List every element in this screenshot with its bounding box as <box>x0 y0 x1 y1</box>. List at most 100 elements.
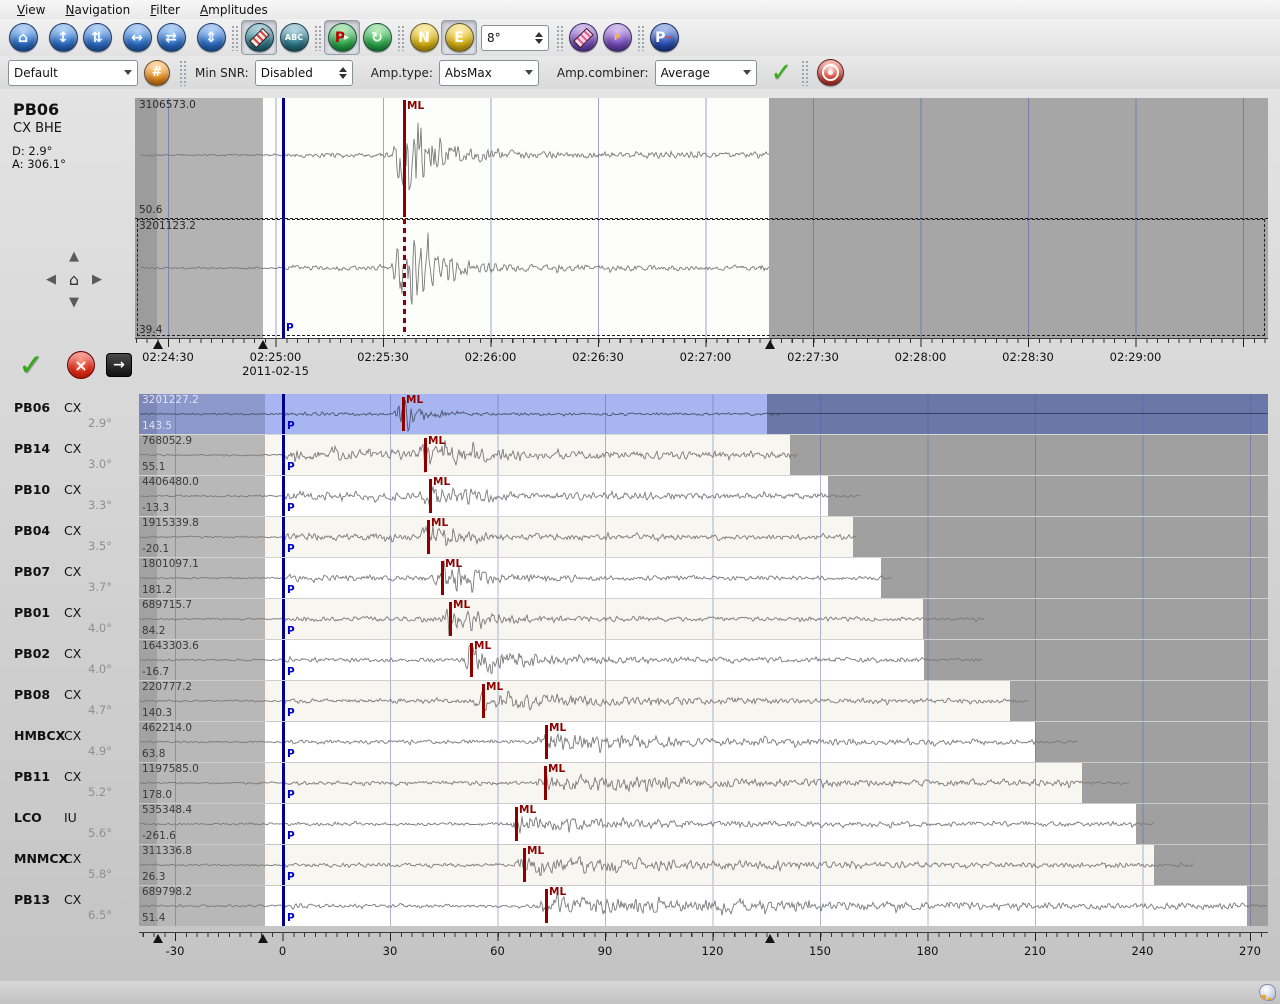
show-labels-button[interactable]: ABC <box>277 21 311 54</box>
ml-marker[interactable] <box>429 479 432 513</box>
component-e-button[interactable]: E <box>441 20 477 55</box>
p-marker[interactable] <box>282 394 285 434</box>
station-row-label[interactable]: PB08CX4.7° <box>0 681 135 721</box>
menu-item-amplitudes[interactable]: Amplitudes <box>191 2 277 18</box>
ml-marker[interactable] <box>470 643 473 677</box>
amplitude-zoom-out-button[interactable]: ⇅ <box>80 21 114 54</box>
confirm-pick-button[interactable]: ✓ <box>16 350 46 380</box>
p-marker[interactable] <box>282 763 285 803</box>
p-marker[interactable] <box>282 681 285 721</box>
station-row-label[interactable]: PB13CX6.5° <box>0 886 135 926</box>
p-marker[interactable] <box>282 98 285 338</box>
zoom-trace-panel[interactable]: 3106573.050.63201123.239.4MLP <box>135 98 1268 338</box>
status-tray-icon[interactable] <box>1259 984 1276 1001</box>
amplitude-picker-button[interactable]: P~ <box>647 21 681 54</box>
pick-phase-button[interactable]: P▸ <box>324 20 360 55</box>
p-marker[interactable] <box>282 640 285 680</box>
station-row-label[interactable]: PB07CX3.7° <box>0 558 135 598</box>
apply-amplitudes-button[interactable]: ✓ <box>771 58 793 88</box>
station-row[interactable]: 1801097.1181.2PML <box>139 558 1268 598</box>
commit-magnitude-button[interactable] <box>817 59 844 86</box>
amp-combiner-select[interactable]: Average <box>655 60 757 86</box>
ml-marker[interactable] <box>515 807 518 841</box>
p-marker[interactable] <box>282 435 285 475</box>
ml-marker[interactable] <box>424 438 427 472</box>
p-marker[interactable] <box>282 476 285 516</box>
ml-marker[interactable] <box>427 520 430 554</box>
station-row[interactable]: 311336.826.3PML <box>139 845 1268 885</box>
time-zoom-out-button[interactable]: ↔ <box>120 21 154 54</box>
station-row[interactable]: 462214.063.8PML <box>139 722 1268 762</box>
nav-right-button[interactable]: ▶ <box>88 271 106 287</box>
p-marker[interactable] <box>282 804 285 844</box>
p-marker[interactable] <box>282 599 285 639</box>
station-row[interactable]: 1197585.0178.0PML <box>139 763 1268 803</box>
reject-pick-button[interactable]: × <box>66 350 96 380</box>
ml-marker[interactable] <box>403 219 406 336</box>
station-row[interactable]: 535348.4-261.6PML <box>139 804 1268 844</box>
nav-left-button[interactable]: ◀ <box>42 271 60 287</box>
ml-marker[interactable] <box>441 561 444 595</box>
ml-marker[interactable] <box>449 602 452 636</box>
time-zoom-in-button[interactable]: ⇄ <box>154 21 188 54</box>
nav-home-button[interactable]: ⌂ <box>65 271 83 287</box>
nav-down-button[interactable]: ▼ <box>65 294 83 310</box>
p-marker[interactable] <box>282 722 285 762</box>
menu-item-view[interactable]: View <box>8 2 54 18</box>
time-window-handle[interactable] <box>765 934 775 943</box>
hash-button[interactable]: # <box>144 60 170 86</box>
station-row[interactable]: 768052.955.1PML <box>139 435 1268 475</box>
nav-up-button[interactable]: ▲ <box>65 248 83 264</box>
measure-tool-button[interactable] <box>566 21 600 54</box>
ml-marker[interactable] <box>402 397 405 431</box>
spin-arrows-icon[interactable] <box>535 32 543 44</box>
amp-type-select[interactable]: AbsMax <box>439 60 539 86</box>
menu-item-navigation[interactable]: Navigation <box>56 2 139 18</box>
station-row[interactable]: 1915339.8-20.1PML <box>139 517 1268 557</box>
home-button[interactable]: ⌂ <box>6 21 40 54</box>
p-marker[interactable] <box>282 517 285 557</box>
station-row[interactable]: 4406480.0-13.3PML <box>139 476 1268 516</box>
filter-profile-select[interactable]: Default <box>8 60 138 86</box>
ml-marker[interactable] <box>544 766 547 800</box>
p-marker[interactable] <box>282 845 285 885</box>
time-window-handle[interactable] <box>258 934 268 943</box>
ml-marker[interactable] <box>545 725 548 759</box>
pick-settings-button[interactable]: P <box>600 21 634 54</box>
station-row-label[interactable]: PB04CX3.5° <box>0 517 135 557</box>
p-marker[interactable] <box>282 886 285 926</box>
station-row[interactable]: 220777.2140.3PML <box>139 681 1268 721</box>
time-window-handle[interactable] <box>153 340 163 349</box>
p-marker[interactable] <box>282 558 285 598</box>
menu-item-filter[interactable]: Filter <box>141 2 189 18</box>
ml-marker[interactable] <box>403 100 406 217</box>
station-row[interactable]: 3201227.2143.5PML <box>139 394 1268 434</box>
ml-marker[interactable] <box>523 848 526 882</box>
spin-arrows-icon[interactable] <box>339 67 347 79</box>
measure-amplitude-button[interactable] <box>241 20 277 55</box>
station-row-label[interactable]: PB01CX4.0° <box>0 599 135 639</box>
rotation-spinbox[interactable]: 8° <box>481 25 549 51</box>
component-n-button[interactable]: N <box>407 21 441 54</box>
station-row-label[interactable]: PB06CX2.9° <box>0 394 135 434</box>
station-row-label[interactable]: MNMCXCX5.8° <box>0 845 135 885</box>
time-window-handle[interactable] <box>153 934 163 943</box>
split-view-button[interactable]: ⇕ <box>194 21 228 54</box>
station-row-label[interactable]: PB02CX4.0° <box>0 640 135 680</box>
station-row-label[interactable]: PB11CX5.2° <box>0 763 135 803</box>
ml-marker[interactable] <box>545 889 548 923</box>
station-row[interactable]: 689715.784.2PML <box>139 599 1268 639</box>
time-window-handle[interactable] <box>765 340 775 349</box>
station-row-label[interactable]: LCOIU5.6° <box>0 804 135 844</box>
export-pick-button[interactable]: → <box>104 350 134 380</box>
station-row[interactable]: 689798.251.4PML <box>139 886 1268 926</box>
min-snr-spinbox[interactable]: Disabled <box>255 60 353 86</box>
station-row-label[interactable]: HMBCXCX4.9° <box>0 722 135 762</box>
time-window-handle[interactable] <box>258 340 268 349</box>
station-row[interactable]: 1643303.6-16.7PML <box>139 640 1268 680</box>
station-row-label[interactable]: PB10CX3.3° <box>0 476 135 516</box>
amplitude-zoom-in-button[interactable]: ↕ <box>46 21 80 54</box>
ml-marker[interactable] <box>482 684 485 718</box>
station-row-label[interactable]: PB14CX3.0° <box>0 435 135 475</box>
recompute-button[interactable]: ↻ <box>360 21 394 54</box>
